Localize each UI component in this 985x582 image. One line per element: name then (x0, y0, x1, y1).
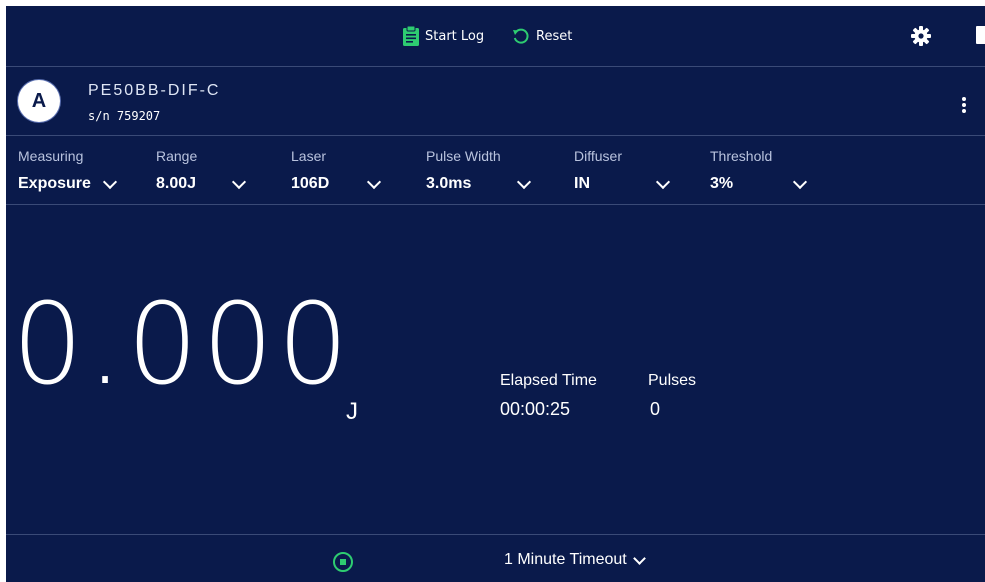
chevron-down-icon (632, 551, 646, 565)
pulses-label: Pulses (648, 372, 697, 389)
reset-button[interactable]: Reset (512, 24, 572, 48)
settings-button[interactable] (910, 25, 932, 47)
setting-threshold: Threshold 3% (710, 148, 808, 192)
footer-bar: 1 Minute Timeout (6, 534, 985, 582)
setting-label: Threshold (710, 148, 773, 164)
device-serial: s/n 759207 (88, 109, 161, 123)
app-screen: Start Log Reset A PE50BB-DIF-C s/n 75920… (6, 6, 985, 582)
setting-value: IN (574, 175, 590, 192)
setting-pulse-width: Pulse Width 3.0ms (426, 148, 532, 192)
chevron-down-icon (793, 174, 808, 190)
setting-measuring: Measuring Exposure (18, 148, 117, 192)
setting-value: Exposure (18, 175, 91, 192)
gear-icon (911, 26, 931, 46)
more-options-icon[interactable] (961, 97, 967, 117)
reset-icon (513, 28, 529, 44)
timeout-label: 1 Minute Timeout (504, 551, 627, 568)
pulses-value: 0 (650, 399, 661, 419)
stop-icon[interactable] (333, 552, 353, 572)
laser-dropdown[interactable]: 106D (291, 174, 382, 193)
power-icon[interactable] (976, 26, 985, 44)
range-dropdown[interactable]: 8.00J (156, 174, 247, 193)
setting-value: 106D (291, 175, 330, 192)
chevron-down-icon (231, 174, 247, 190)
setting-range: Range 8.00J (156, 148, 247, 192)
top-toolbar: Start Log Reset (6, 6, 985, 67)
pulse-width-dropdown[interactable]: 3.0ms (426, 174, 532, 193)
setting-value: 8.00J (156, 175, 197, 192)
setting-label: Pulse Width (426, 148, 501, 164)
threshold-dropdown[interactable]: 3% (710, 174, 808, 193)
reading-unit: J (346, 398, 358, 425)
elapsed-time-value: 00:00:25 (500, 399, 571, 419)
channel-avatar[interactable]: A (18, 80, 60, 122)
setting-label: Laser (291, 148, 327, 164)
setting-label: Measuring (18, 148, 84, 164)
setting-value: 3% (710, 175, 734, 192)
setting-label: Diffuser (574, 148, 622, 164)
reset-label: Reset (536, 28, 573, 44)
diffuser-dropdown[interactable]: IN (574, 174, 671, 193)
start-log-label: Start Log (425, 28, 485, 44)
settings-row: Measuring Exposure Range 8.00J Laser 106… (6, 136, 985, 205)
chevron-down-icon (102, 174, 117, 190)
chevron-down-icon (655, 174, 671, 190)
elapsed-time-label: Elapsed Time (500, 372, 597, 389)
setting-diffuser: Diffuser IN (574, 148, 671, 192)
setting-laser: Laser 106D (291, 148, 382, 192)
clipboard-icon (403, 26, 419, 46)
device-name: PE50BB-DIF-C (88, 82, 221, 99)
chevron-down-icon (517, 174, 532, 190)
measuring-dropdown[interactable]: Exposure (18, 174, 117, 193)
chevron-down-icon (367, 174, 382, 190)
setting-label: Range (156, 148, 198, 164)
start-log-button[interactable]: Start Log (403, 24, 484, 48)
setting-value: 3.0ms (426, 175, 472, 192)
timeout-dropdown[interactable]: 1 Minute Timeout (504, 551, 646, 569)
device-header: A PE50BB-DIF-C s/n 759207 (6, 67, 985, 136)
energy-reading: 0.000 (12, 280, 353, 410)
